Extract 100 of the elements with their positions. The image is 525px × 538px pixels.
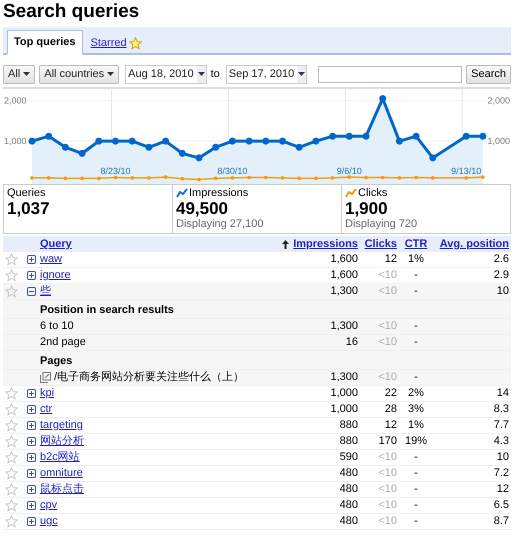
data-point (279, 138, 286, 145)
data-point (212, 144, 220, 151)
data-point (147, 176, 151, 180)
table-cell: 1,600 (330, 253, 358, 265)
date-field[interactable]: Sep 17, 2010 (226, 64, 308, 84)
table-cell: 880 (340, 419, 358, 431)
table-cell: - (414, 467, 418, 479)
data-point (64, 176, 68, 180)
data-point (95, 138, 102, 145)
search-field[interactable] (318, 66, 462, 82)
data-point (45, 132, 52, 140)
column-header-link[interactable]: Clicks (364, 236, 397, 252)
star-icon[interactable] (5, 419, 18, 432)
search-term-link[interactable]: 些 (40, 285, 51, 297)
search-term-link[interactable]: 鼠标点击 (40, 483, 84, 495)
data-point (462, 132, 470, 140)
table-cell: 1,000 (330, 403, 358, 415)
star-icon[interactable] (5, 483, 18, 496)
expand-icon[interactable] (27, 517, 36, 526)
search-term-link[interactable]: 网站分析 (40, 435, 84, 447)
table-cell: 170 (378, 435, 397, 447)
star-icon[interactable] (5, 467, 18, 480)
star-icon[interactable] (5, 451, 18, 464)
star-icon[interactable] (5, 253, 18, 266)
summary-label: Clicks (358, 187, 388, 199)
table-cell: 1% (408, 253, 424, 265)
search-term-link[interactable]: b2c网站 (40, 451, 80, 463)
search-term-link[interactable]: targeting (40, 419, 83, 431)
expand-icon[interactable] (27, 469, 36, 478)
expand-icon[interactable] (27, 255, 36, 264)
search-term-link[interactable]: omniture (40, 467, 83, 479)
column-header-link[interactable]: Impressions (282, 236, 358, 252)
search-button[interactable]: Search (466, 64, 511, 84)
dropdown-button[interactable]: All countries (39, 64, 120, 84)
position-range: 6 to 10 (40, 320, 74, 332)
expand-icon[interactable] (27, 421, 36, 430)
tab[interactable]: Top queries (7, 30, 83, 55)
data-point (329, 132, 336, 140)
search-term-link[interactable]: ignore (40, 269, 71, 281)
star-icon[interactable] (5, 387, 18, 400)
expand-icon[interactable] (27, 405, 36, 414)
table-cell: <10 (378, 320, 397, 332)
table-cell: 6.5 (494, 499, 509, 511)
data-point (312, 138, 320, 145)
data-point (247, 176, 251, 180)
table-cell: <10 (378, 269, 397, 281)
expand-icon[interactable] (27, 453, 36, 462)
data-point (180, 176, 184, 181)
star-icon[interactable] (5, 269, 18, 282)
date-joiner: to (210, 68, 220, 80)
table-cell: <10 (378, 371, 397, 383)
collapse-icon[interactable] (27, 287, 36, 296)
star-icon[interactable] (5, 499, 18, 512)
data-point (112, 138, 119, 145)
table-cell: - (414, 320, 418, 332)
expand-icon[interactable] (27, 485, 36, 494)
sort-arrow-icon (282, 240, 290, 248)
dropdown-button[interactable]: All (3, 64, 36, 84)
data-point (431, 176, 435, 180)
table-cell: 480 (340, 483, 358, 495)
search-term-link[interactable]: waw (40, 253, 62, 265)
data-point (296, 144, 303, 151)
data-point (479, 132, 486, 140)
table-cell: - (414, 515, 418, 527)
star-icon[interactable] (5, 435, 18, 448)
search-term-link[interactable]: cpv (40, 499, 58, 511)
star-icon[interactable] (5, 515, 18, 528)
table-cell: 590 (340, 451, 358, 463)
date-field[interactable]: Aug 18, 2010 (125, 64, 207, 84)
search-term-link[interactable]: kpi (40, 387, 54, 399)
table-cell: 480 (340, 467, 358, 479)
data-point (114, 176, 118, 180)
search-term-link[interactable]: ctr (40, 403, 52, 415)
tab[interactable]: Starred (84, 33, 148, 53)
expand-icon[interactable] (27, 271, 36, 280)
expand-icon[interactable] (27, 437, 36, 446)
data-point (197, 178, 201, 182)
table-cell: - (414, 451, 418, 463)
table-cell: - (414, 269, 418, 281)
table-cell: - (414, 499, 418, 511)
table-cell: 1,000 (330, 387, 358, 399)
data-point (297, 176, 301, 180)
data-point (164, 175, 168, 179)
table-cell: 10 (496, 285, 509, 297)
expand-icon[interactable] (27, 501, 36, 510)
page-title: Search queries (3, 0, 140, 24)
star-icon[interactable] (5, 285, 18, 298)
table-cell: 8.7 (494, 515, 509, 527)
search-term-link[interactable]: ugc (40, 515, 58, 527)
data-point (162, 138, 170, 145)
table-cell: 2.9 (494, 269, 509, 281)
column-header-link[interactable]: Query (40, 236, 72, 252)
expand-icon[interactable] (27, 389, 36, 398)
section-heading: Position in search results (40, 304, 174, 316)
column-header-link[interactable]: Avg. position (440, 236, 509, 252)
star-icon[interactable] (5, 403, 18, 416)
table-cell: <10 (378, 285, 397, 297)
data-point (280, 176, 284, 180)
data-point (262, 138, 270, 145)
column-header-link[interactable]: CTR (404, 236, 428, 252)
